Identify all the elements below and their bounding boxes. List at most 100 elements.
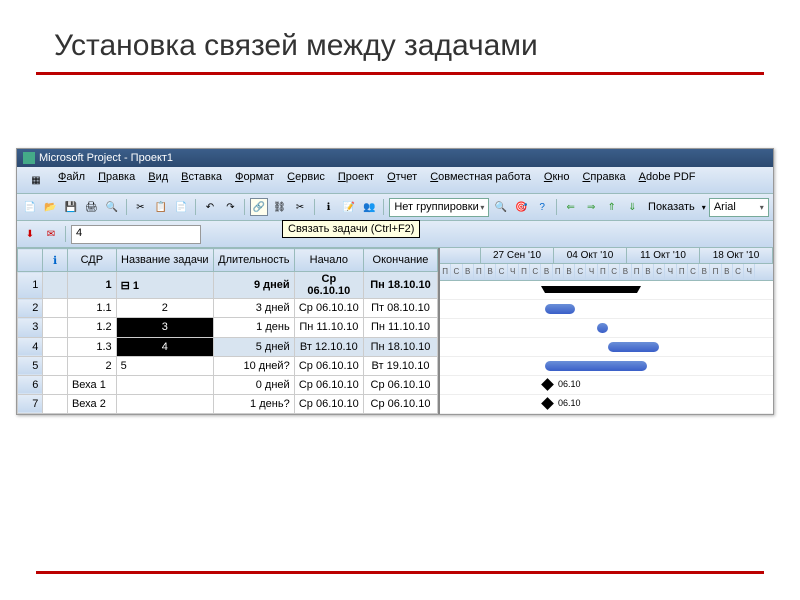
menu-project[interactable]: Проект [332,169,380,191]
col-start[interactable]: Начало [294,249,363,272]
col-rownum[interactable] [18,249,43,272]
pdf-mail-icon[interactable]: ✉ [42,225,60,243]
split-icon[interactable]: ✂ [291,198,309,216]
menu-tools[interactable]: Сервис [281,169,331,191]
week-label: 18 Окт '10 [700,248,773,263]
cut-icon[interactable]: ✂ [132,198,150,216]
day-cell: В [463,264,474,280]
separator [383,199,384,215]
menu-insert[interactable]: Вставка [175,169,228,191]
separator [314,199,315,215]
link-tooltip: Связать задачи (Ctrl+F2) [282,220,420,238]
task-table[interactable]: ℹ СДР Название задачи Длительность Начал… [17,248,438,414]
control-icon[interactable]: ▦ [21,169,51,191]
gantt-row [440,300,773,319]
task-bar[interactable] [608,342,659,352]
info-icon[interactable]: ℹ [320,198,338,216]
day-cell: С [530,264,541,280]
paste-icon[interactable]: 📄 [173,198,191,216]
pdf-icon[interactable]: ⬇ [21,225,39,243]
preview-icon[interactable]: 🔍 [103,198,121,216]
col-name[interactable]: Название задачи [116,249,213,272]
day-cell: С [654,264,665,280]
week-label: 04 Окт '10 [554,248,627,263]
task-bar[interactable] [545,304,575,314]
menu-bar: ▦ Файл Правка Вид Вставка Формат Сервис … [17,167,773,194]
menu-file[interactable]: Файл [52,169,91,191]
menu-report[interactable]: Отчет [381,169,423,191]
menu-help[interactable]: Справка [576,169,631,191]
font-combo[interactable]: Arial [709,198,769,217]
app-icon [23,152,35,164]
menu-adobe[interactable]: Adobe PDF [633,169,702,191]
main-split: ℹ СДР Название задачи Длительность Начал… [17,248,773,414]
day-cell: С [451,264,462,280]
slide-title: Установка связей между задачами [54,28,800,64]
arrow-down-icon[interactable]: ⇓ [624,198,642,216]
table-row[interactable]: 7Веха 21 день?Ср 06.10.10Ср 06.10.10 [18,394,438,413]
table-row[interactable]: 41.345 днейВт 12.10.10Пн 18.10.10 [18,337,438,356]
day-cell: В [620,264,631,280]
table-row[interactable]: 6Веха 10 днейСр 06.10.10Ср 06.10.10 [18,375,438,394]
arrow-up-icon[interactable]: ⇑ [603,198,621,216]
col-duration[interactable]: Длительность [213,249,294,272]
arrow-right-icon[interactable]: ⇒ [582,198,600,216]
ms-project-window: Microsoft Project - Проект1 ▦ Файл Правк… [16,148,774,415]
milestone-icon[interactable] [541,397,554,410]
separator [244,199,245,215]
day-cell: С [575,264,586,280]
show-button[interactable]: Показать [644,201,699,213]
col-info[interactable]: ℹ [43,249,68,272]
copy-icon[interactable]: 📋 [152,198,170,216]
day-cell: П [553,264,564,280]
col-sdr[interactable]: СДР [67,249,116,272]
day-cell: П [677,264,688,280]
day-cell: П [598,264,609,280]
menu-collab[interactable]: Совместная работа [424,169,537,191]
col-end[interactable]: Окончание [363,249,437,272]
menu-edit[interactable]: Правка [92,169,141,191]
link-tasks-icon[interactable]: 🔗 [250,198,268,216]
menu-format[interactable]: Формат [229,169,280,191]
day-cell: В [722,264,733,280]
gantt-chart[interactable]: 27 Сен '10 04 Окт '10 11 Окт '10 18 Окт … [438,248,773,414]
notes-icon[interactable]: 📝 [340,198,358,216]
table-row[interactable]: 11⊟ 19 днейСр 06.10.10Пн 18.10.10 [18,272,438,299]
zoom-icon[interactable]: 🔍 [492,198,510,216]
day-cell: П [440,264,451,280]
goto-icon[interactable]: 🎯 [513,198,531,216]
open-icon[interactable]: 📂 [42,198,60,216]
table-row[interactable]: 21.123 днейСр 06.10.10Пт 08.10.10 [18,299,438,318]
assign-icon[interactable]: 👥 [361,198,379,216]
help-icon[interactable]: ? [533,198,551,216]
day-cell: В [699,264,710,280]
day-cell: П [474,264,485,280]
gantt-row [440,281,773,300]
menu-window[interactable]: Окно [538,169,576,191]
formula-bar[interactable]: 4 [71,225,201,244]
day-cell: С [688,264,699,280]
day-cell: Ч [508,264,519,280]
window-titlebar[interactable]: Microsoft Project - Проект1 [17,149,773,167]
table-row[interactable]: 31.231 деньПн 11.10.10Пн 11.10.10 [18,318,438,337]
day-cell: П [519,264,530,280]
new-icon[interactable]: 📄 [21,198,39,216]
save-icon[interactable]: 💾 [62,198,80,216]
undo-icon[interactable]: ↶ [201,198,219,216]
title-underline [36,72,764,75]
print-icon[interactable]: 🖨 [83,198,101,216]
toolbar-standard: 📄 📂 💾 🖨 🔍 ✂ 📋 📄 ↶ ↷ 🔗 ⛓ ✂ ℹ 📝 👥 Нет груп… [17,194,773,221]
unlink-tasks-icon[interactable]: ⛓ [271,198,289,216]
task-bar[interactable] [545,361,647,371]
day-cell: В [643,264,654,280]
table-row[interactable]: 52510 дней?Ср 06.10.10Вт 19.10.10 [18,356,438,375]
redo-icon[interactable]: ↷ [222,198,240,216]
task-bar[interactable] [597,323,608,333]
day-cell: Ч [744,264,755,280]
day-cell: Ч [665,264,676,280]
group-combo[interactable]: Нет группировки [389,198,489,217]
arrow-left-icon[interactable]: ⇐ [562,198,580,216]
gantt-row [440,338,773,357]
milestone-icon[interactable] [541,378,554,391]
menu-view[interactable]: Вид [142,169,174,191]
